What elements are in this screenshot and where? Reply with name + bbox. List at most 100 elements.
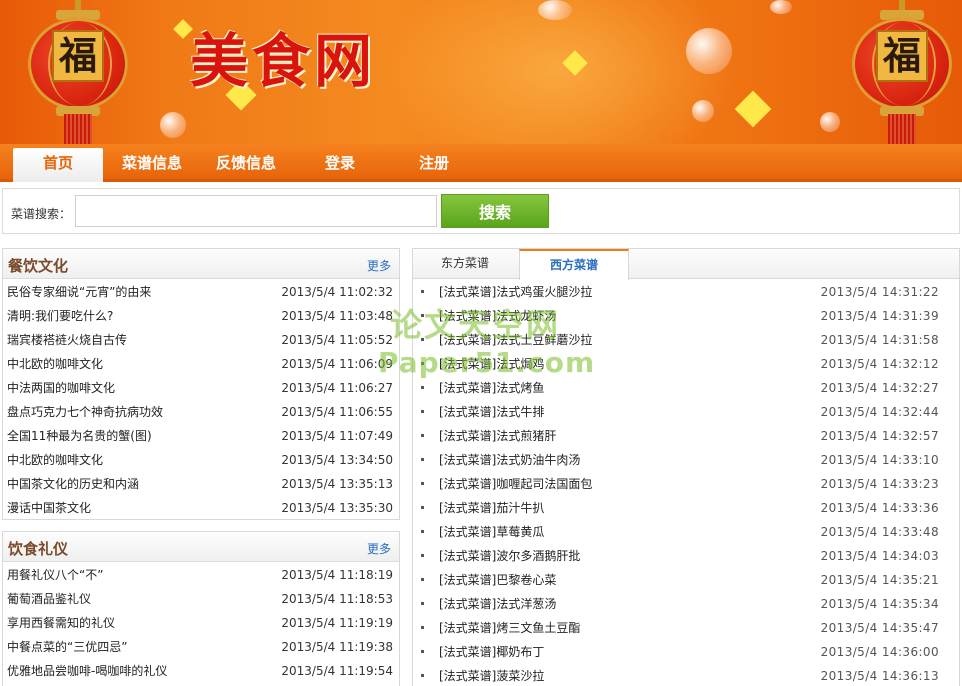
article-title[interactable]: 瑞宾楼褡裢火烧自古传 (7, 328, 127, 352)
list-item[interactable]: 中北欧的咖啡文化 2013/5/4 11:06:09 (3, 352, 399, 376)
search-label: 菜谱搜索： (11, 207, 72, 221)
tab-western-recipes[interactable]: 西方菜谱 (519, 249, 629, 280)
article-title[interactable]: 清明:我们要吃什么? (7, 304, 113, 328)
list-item[interactable]: [法式菜谱]巴黎卷心菜 2013/5/4 14:35:21 (413, 568, 959, 592)
article-title[interactable]: 中北欧的咖啡文化 (7, 352, 103, 376)
nav-login[interactable]: 登录 (296, 148, 384, 182)
list-item[interactable]: 中北欧的咖啡文化 2013/5/4 13:34:50 (3, 448, 399, 472)
list-item[interactable]: [法式菜谱]法式鸡蛋火腿沙拉 2013/5/4 14:31:22 (413, 280, 959, 304)
bubble-decoration (692, 100, 714, 122)
recipe-title[interactable]: [法式菜谱]烤三文鱼土豆酯 (439, 616, 580, 640)
list-item[interactable]: [法式菜谱]法式牛排 2013/5/4 14:32:44 (413, 400, 959, 424)
nav-feedback[interactable]: 反馈信息 (202, 148, 290, 182)
list-item[interactable]: 清明:我们要吃什么? 2013/5/4 11:03:48 (3, 304, 399, 328)
article-title[interactable]: 优雅地品尝咖啡-喝咖啡的礼仪 (7, 659, 167, 683)
article-date: 2013/5/4 13:35:30 (281, 501, 393, 515)
list-item[interactable]: [法式菜谱]法式龙虾汤 2013/5/4 14:31:39 (413, 304, 959, 328)
recipe-title[interactable]: [法式菜谱]法式烤鱼 (439, 376, 544, 400)
more-link[interactable]: 更多 (367, 540, 391, 557)
article-date: 2013/5/4 11:02:32 (281, 285, 393, 299)
list-item[interactable]: [法式菜谱]法式焗鸡 2013/5/4 14:32:12 (413, 352, 959, 376)
list-item[interactable]: [法式菜谱]法式洋葱汤 2013/5/4 14:35:34 (413, 592, 959, 616)
article-title[interactable]: 中餐点菜的“三优四忌” (7, 635, 127, 659)
bubble-decoration (686, 28, 732, 74)
recipe-title[interactable]: [法式菜谱]茄汁牛扒 (439, 496, 544, 520)
fu-character: 福 (52, 30, 104, 82)
article-title[interactable]: 中北欧的咖啡文化 (7, 448, 103, 472)
recipe-date: 2013/5/4 14:33:36 (820, 501, 939, 515)
list-item[interactable]: [法式菜谱]法式烤鱼 2013/5/4 14:32:27 (413, 376, 959, 400)
list-item[interactable]: 全国11种最为名贵的蟹(图) 2013/5/4 11:07:49 (3, 424, 399, 448)
recipe-title[interactable]: [法式菜谱]法式煎猪肝 (439, 424, 556, 448)
list-item[interactable]: [法式菜谱]椰奶布丁 2013/5/4 14:36:00 (413, 640, 959, 664)
recipe-title[interactable]: [法式菜谱]法式奶油牛肉汤 (439, 448, 580, 472)
list-item[interactable]: 用餐礼仪八个“不” 2013/5/4 11:18:19 (3, 563, 399, 587)
search-button[interactable]: 搜索 (441, 194, 549, 228)
nav-recipes[interactable]: 菜谱信息 (108, 148, 196, 182)
list-item[interactable]: [法式菜谱]茄汁牛扒 2013/5/4 14:33:36 (413, 496, 959, 520)
article-title[interactable]: 用餐礼仪八个“不” (7, 563, 103, 587)
list-item[interactable]: [法式菜谱]烤三文鱼土豆酯 2013/5/4 14:35:47 (413, 616, 959, 640)
list-item[interactable]: 盘点巧克力七个神奇抗病功效 2013/5/4 11:06:55 (3, 400, 399, 424)
list-item[interactable]: [法式菜谱]法式土豆鲜蘑沙拉 2013/5/4 14:31:58 (413, 328, 959, 352)
search-input[interactable] (75, 195, 437, 227)
site-logo[interactable]: 美食网 (190, 14, 376, 98)
recipe-title[interactable]: [法式菜谱]法式土豆鲜蘑沙拉 (439, 328, 592, 352)
recipe-title[interactable]: [法式菜谱]法式焗鸡 (439, 352, 544, 376)
more-link[interactable]: 更多 (367, 257, 391, 274)
list-item[interactable]: [法式菜谱]法式奶油牛肉汤 2013/5/4 14:33:10 (413, 448, 959, 472)
recipe-title[interactable]: [法式菜谱]椰奶布丁 (439, 640, 544, 664)
list-item[interactable]: 葡萄酒品鉴礼仪 2013/5/4 11:18:53 (3, 587, 399, 611)
etiquette-panel: 饮食礼仪 更多 用餐礼仪八个“不” 2013/5/4 11:18:19 葡萄酒品鉴… (2, 531, 400, 686)
list-item[interactable]: 优雅地品尝咖啡-喝咖啡的礼仪 2013/5/4 11:19:54 (3, 659, 399, 683)
list-item[interactable]: 漫话中国茶文化 2013/5/4 13:35:30 (3, 496, 399, 520)
recipe-title[interactable]: [法式菜谱]巴黎卷心菜 (439, 568, 556, 592)
article-date: 2013/5/4 11:05:52 (281, 333, 393, 347)
list-item[interactable]: 中国茶文化的历史和内涵 2013/5/4 13:35:13 (3, 472, 399, 496)
list-item[interactable]: [法式菜谱]波尔多酒鹅肝批 2013/5/4 14:34:03 (413, 544, 959, 568)
article-title[interactable]: 中法两国的咖啡文化 (7, 376, 115, 400)
bubble-decoration (770, 0, 792, 14)
nav-register[interactable]: 注册 (390, 148, 478, 182)
list-item[interactable]: 享用西餐需知的礼仪 2013/5/4 11:19:19 (3, 611, 399, 635)
recipe-title[interactable]: [法式菜谱]咖喱起司法国面包 (439, 472, 592, 496)
list-item[interactable]: [法式菜谱]咖喱起司法国面包 2013/5/4 14:33:23 (413, 472, 959, 496)
tab-eastern-recipes[interactable]: 东方菜谱 (419, 249, 511, 279)
panel-header: 餐饮文化 更多 (3, 249, 399, 279)
bullet-icon (421, 434, 424, 437)
article-title[interactable]: 盘点巧克力七个神奇抗病功效 (7, 400, 163, 424)
article-title[interactable]: 葡萄酒品鉴礼仪 (7, 587, 91, 611)
recipe-list: [法式菜谱]法式鸡蛋火腿沙拉 2013/5/4 14:31:22 [法式菜谱]法式… (413, 279, 959, 686)
article-title[interactable]: 全国11种最为名贵的蟹(图) (7, 424, 152, 448)
article-date: 2013/5/4 11:03:48 (281, 309, 393, 323)
recipe-title[interactable]: [法式菜谱]法式龙虾汤 (439, 304, 556, 328)
list-item[interactable]: 中法两国的咖啡文化 2013/5/4 11:06:27 (3, 376, 399, 400)
recipe-title[interactable]: [法式菜谱]草莓黄瓜 (439, 520, 544, 544)
recipe-title[interactable]: [法式菜谱]波尔多酒鹅肝批 (439, 544, 580, 568)
recipe-date: 2013/5/4 14:33:23 (820, 477, 939, 491)
list-item[interactable]: [法式菜谱]法式煎猪肝 2013/5/4 14:32:57 (413, 424, 959, 448)
recipe-title[interactable]: [法式菜谱]菠菜沙拉 (439, 664, 544, 686)
recipe-title[interactable]: [法式菜谱]法式鸡蛋火腿沙拉 (439, 280, 592, 304)
list-item[interactable]: 民俗专家细说“元宵”的由来 2013/5/4 11:02:32 (3, 280, 399, 304)
main-nav: 首页 菜谱信息 反馈信息 登录 注册 (0, 144, 962, 182)
list-item[interactable]: 瑞宾楼褡裢火烧自古传 2013/5/4 11:05:52 (3, 328, 399, 352)
list-item[interactable]: 中餐点菜的“三优四忌” 2013/5/4 11:19:38 (3, 635, 399, 659)
article-date: 2013/5/4 11:18:53 (281, 592, 393, 606)
star-burst-icon (734, 90, 772, 128)
recipe-title[interactable]: [法式菜谱]法式洋葱汤 (439, 592, 556, 616)
recipe-date: 2013/5/4 14:36:00 (820, 645, 939, 659)
article-title[interactable]: 享用西餐需知的礼仪 (7, 611, 115, 635)
article-date: 2013/5/4 13:35:13 (281, 477, 393, 491)
recipe-date: 2013/5/4 14:31:58 (820, 333, 939, 347)
nav-home[interactable]: 首页 (13, 148, 103, 182)
article-date: 2013/5/4 11:19:19 (281, 616, 393, 630)
article-title[interactable]: 民俗专家细说“元宵”的由来 (7, 280, 151, 304)
bullet-icon (421, 530, 424, 533)
list-item[interactable]: [法式菜谱]菠菜沙拉 2013/5/4 14:36:13 (413, 664, 959, 686)
banner-glow (380, 0, 740, 146)
article-title[interactable]: 中国茶文化的历史和内涵 (7, 472, 139, 496)
recipe-title[interactable]: [法式菜谱]法式牛排 (439, 400, 544, 424)
article-title[interactable]: 漫话中国茶文化 (7, 496, 91, 520)
list-item[interactable]: [法式菜谱]草莓黄瓜 2013/5/4 14:33:48 (413, 520, 959, 544)
